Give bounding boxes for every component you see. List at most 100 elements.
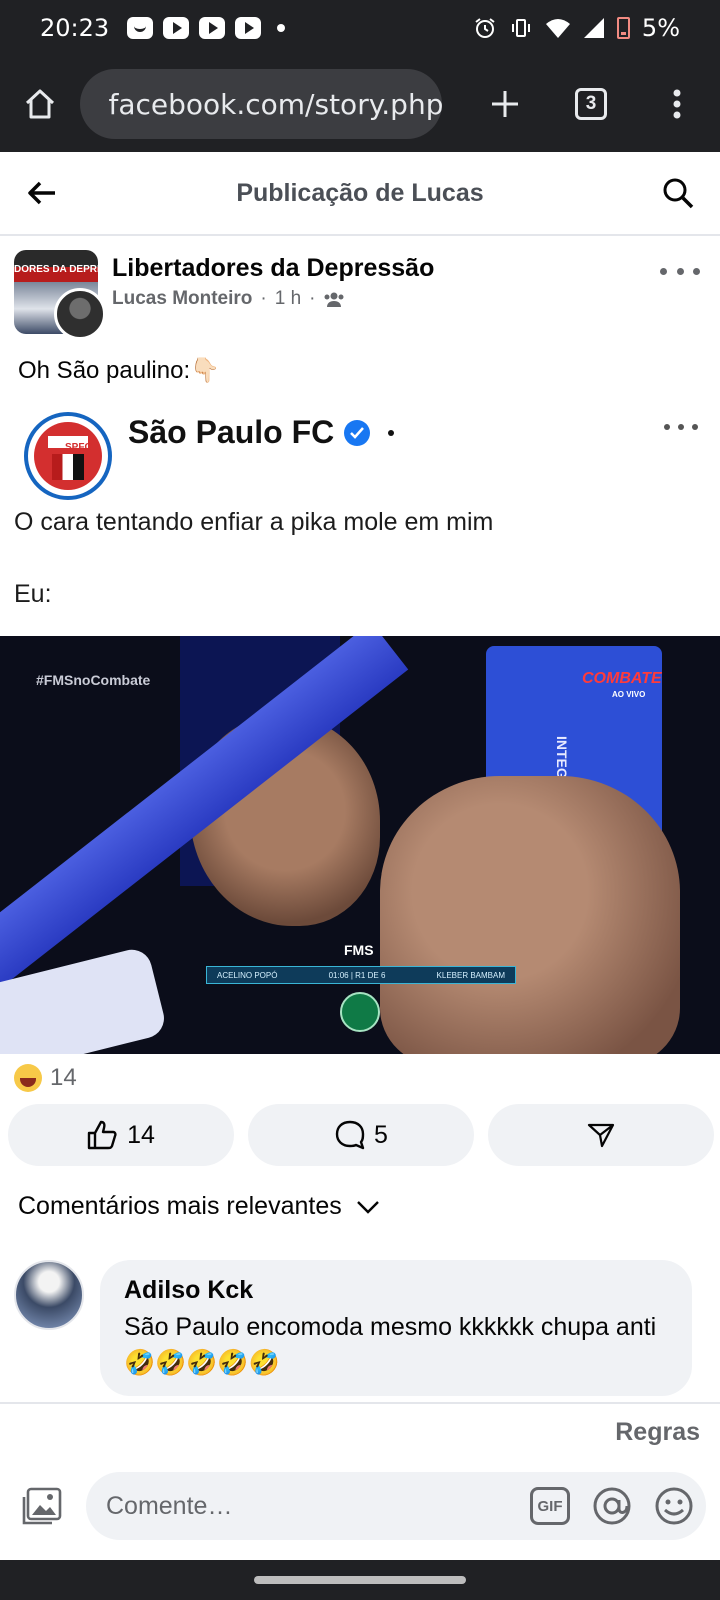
search-icon [663, 178, 694, 209]
broadcaster-logo: COMBATE [582, 670, 662, 687]
battery-percent: 5% [641, 14, 680, 42]
embed-account-name: São Paulo FC [128, 414, 395, 451]
post-options-button[interactable] [660, 256, 700, 286]
youtube-notification-icon [199, 17, 226, 39]
event-logo: FMS [344, 942, 374, 958]
like-button[interactable]: 14 [8, 1104, 234, 1166]
plus-icon [492, 91, 518, 117]
spfc-shield-icon [34, 422, 102, 490]
embed-account-label: São Paulo FC [128, 414, 335, 450]
comment-composer: GIF [0, 1472, 720, 1542]
divider [0, 1402, 720, 1404]
dot [692, 424, 698, 430]
home-icon [26, 89, 55, 119]
url-text: facebook.com/story.php [108, 87, 442, 121]
kebab-menu-icon [673, 89, 681, 119]
dot [660, 267, 667, 275]
player-badge [340, 992, 380, 1032]
embed-more-icon [664, 424, 698, 430]
hashtag: #FMSnoCombate [36, 672, 151, 688]
comment-button[interactable]: 5 [248, 1104, 474, 1166]
new-tab-button[interactable] [462, 56, 548, 152]
group-name[interactable]: Libertadores da Depressão [112, 254, 434, 283]
emoji-icon[interactable] [654, 1486, 694, 1526]
verified-badge-icon [344, 419, 371, 446]
comment-author[interactable]: Adilso Kck [124, 1276, 668, 1305]
share-button[interactable] [488, 1104, 714, 1166]
page-header: Publicação de Lucas [0, 152, 720, 236]
group-audience-icon [324, 292, 344, 307]
page-title: Publicação de Lucas [236, 178, 484, 207]
youtube-notification-icon [163, 17, 190, 39]
spfc-logo-text: SPFC [65, 442, 92, 453]
system-nav-bar [0, 1560, 720, 1600]
thumbs-up-icon [87, 1120, 117, 1150]
dot [693, 267, 700, 275]
post-actions: 14 5 [8, 1104, 714, 1166]
status-bar: 20:23 5% [0, 0, 720, 56]
wifi-icon [545, 19, 570, 38]
comments-filter-label: Comentários mais relevantes [18, 1192, 342, 1220]
comment-text: São Paulo encomoda mesmo kkkkkk chupa an… [124, 1313, 657, 1377]
meta-separator: · [260, 288, 267, 309]
post-header: DORES DA DEPRESSÃO Libertadores da Depre… [0, 244, 720, 340]
reactions-summary[interactable]: 14 [14, 1064, 77, 1092]
author-avatar[interactable] [54, 288, 106, 340]
embed-second-line: Eu: [14, 580, 52, 608]
score-bar: ACELINO POPÓ 01:06 | R1 DE 6 KLEBER BAMB… [206, 966, 516, 984]
reactions-count: 14 [50, 1064, 77, 1091]
dot [676, 267, 684, 275]
alarm-icon [475, 18, 495, 38]
battery-icon [616, 17, 630, 39]
comment-bubble-icon [335, 1120, 365, 1150]
video-frame: INTEGRAL MÉDICA #FMSnoCombate COMBATE AO… [0, 636, 720, 1054]
embed-caption: O cara tentando enfiar a pika mole em mi… [14, 508, 494, 536]
post-meta: Lucas Monteiro · 1 h · [112, 288, 345, 310]
signal-icon [583, 18, 604, 38]
tab-count: 3 [575, 88, 607, 120]
commenter-avatar[interactable] [14, 1260, 84, 1330]
search-button[interactable] [636, 151, 720, 235]
rules-link[interactable]: Regras [615, 1418, 700, 1447]
address-bar[interactable]: facebook.com/story.php [80, 69, 442, 139]
fighter-right: KLEBER BAMBAM [436, 970, 505, 980]
group-avatar-text: DORES DA DEPRESSÃO [14, 264, 98, 275]
comments-filter-dropdown[interactable]: Comentários mais relevantes [18, 1192, 380, 1221]
broadcaster-sub: AO VIVO [612, 690, 646, 699]
tab-switcher-button[interactable]: 3 [548, 56, 634, 152]
like-count: 14 [127, 1120, 155, 1149]
browser-toolbar: facebook.com/story.php 3 [0, 56, 720, 152]
comment-count: 5 [374, 1120, 388, 1149]
add-photo-button[interactable] [18, 1482, 68, 1532]
spfc-logo: SPFC [24, 412, 112, 500]
dot [664, 424, 670, 430]
fighter-left: ACELINO POPÓ [217, 970, 278, 980]
status-time: 20:23 [40, 14, 110, 42]
post-text: Oh São paulino:👇🏻 [18, 357, 221, 384]
back-arrow-icon [28, 181, 55, 205]
youtube-notification-icon [235, 17, 262, 39]
notification-icons [127, 17, 286, 39]
haha-reaction-icon [14, 1064, 42, 1092]
post-author[interactable]: Lucas Monteiro [112, 288, 252, 310]
home-button[interactable] [0, 56, 80, 152]
fighter-back [380, 776, 680, 1054]
post-time[interactable]: 1 h [275, 288, 301, 310]
mention-icon[interactable] [592, 1486, 632, 1526]
vibrate-icon [511, 19, 530, 37]
comment-bubble[interactable]: Adilso Kck São Paulo encomoda mesmo kkkk… [100, 1260, 692, 1396]
post-image[interactable]: SPFC São Paulo FC O cara tentando enfiar… [0, 400, 720, 1054]
chevron-down-icon [356, 1200, 379, 1214]
share-icon [587, 1123, 615, 1148]
app-notification-icon [127, 17, 154, 39]
photo-icon [22, 1487, 62, 1525]
meta-separator: · [309, 288, 316, 309]
gif-button[interactable]: GIF [530, 1487, 570, 1525]
more-notifications-dot [277, 24, 286, 32]
dot [678, 424, 684, 430]
dot [388, 429, 395, 436]
gesture-handle[interactable] [254, 1576, 466, 1584]
back-button[interactable] [0, 151, 84, 235]
browser-menu-button[interactable] [634, 56, 720, 152]
fight-clock: 01:06 | R1 DE 6 [328, 970, 386, 980]
